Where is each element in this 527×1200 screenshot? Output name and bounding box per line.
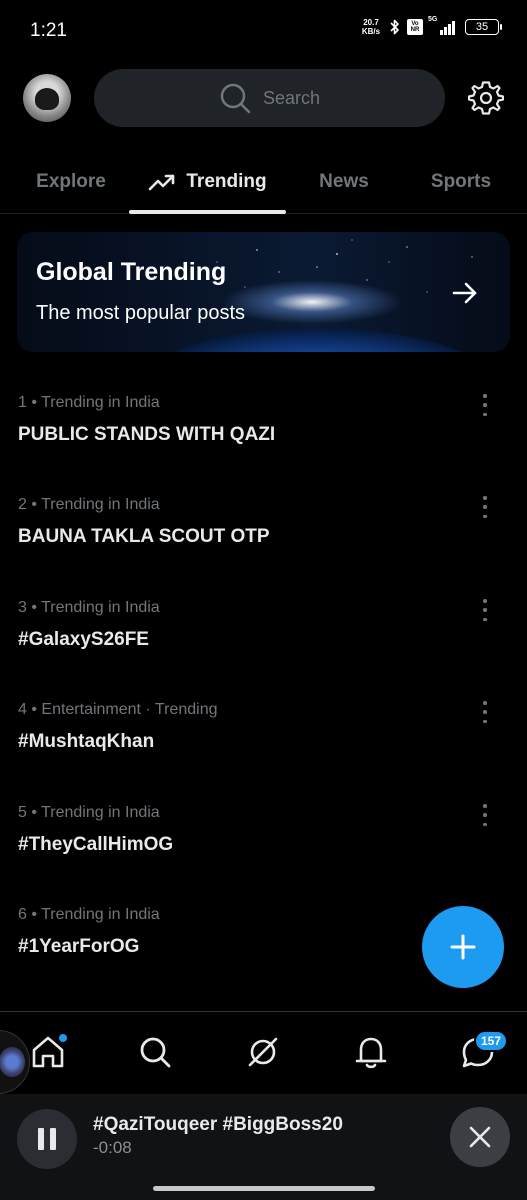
notifications-bell-icon[interactable]	[353, 1034, 389, 1070]
network-speed: 20.7 KB/s	[359, 18, 383, 36]
home-notification-dot	[58, 1033, 68, 1043]
media-time: -0:08	[93, 1138, 132, 1157]
active-tab-indicator	[129, 210, 286, 214]
close-media-button[interactable]	[450, 1107, 510, 1167]
global-trending-banner[interactable]: Global Trending The most popular posts	[17, 232, 510, 352]
trend-meta: 4 • Entertainment · Trending	[18, 701, 218, 718]
battery-level: 35	[475, 21, 489, 33]
tab-sports-label: Sports	[430, 171, 492, 192]
pause-button[interactable]	[17, 1109, 77, 1169]
gesture-home-indicator[interactable]	[153, 1186, 375, 1191]
tab-news[interactable]: News	[300, 150, 388, 214]
trend-meta: 5 • Trending in India	[18, 804, 160, 821]
tab-explore[interactable]: Explore	[22, 150, 120, 214]
pause-icon	[38, 1128, 44, 1150]
vonr-icon: Vo NR	[407, 19, 423, 35]
trend-name: #MushtaqKhan	[18, 731, 155, 752]
trend-name: PUBLIC STANDS WITH QAZI	[18, 424, 276, 445]
more-options-icon[interactable]	[478, 599, 492, 621]
settings-gear-icon[interactable]	[468, 80, 504, 116]
profile-avatar[interactable]	[23, 74, 71, 122]
trend-meta: 3 • Trending in India	[18, 599, 160, 616]
search-nav-icon[interactable]	[137, 1034, 173, 1070]
status-time: 1:21	[30, 20, 67, 41]
bottom-navigation	[0, 1011, 527, 1094]
more-options-icon[interactable]	[478, 394, 492, 416]
status-icons: 20.7 KB/s Vo NR 5G 35	[359, 16, 502, 36]
trending-up-icon	[149, 174, 175, 191]
trend-item[interactable]: 4 • Entertainment · Trending #MushtaqKha…	[0, 701, 527, 801]
banner-title: Global Trending	[36, 258, 227, 286]
grok-icon[interactable]	[245, 1034, 281, 1070]
tab-trending[interactable]: Trending	[129, 150, 286, 214]
compose-post-button[interactable]	[422, 906, 504, 988]
banner-subtitle: The most popular posts	[36, 302, 245, 324]
trend-meta: 6 • Trending in India	[18, 906, 160, 923]
signal-icon: 5G	[428, 16, 455, 35]
media-player-bar[interactable]: #QaziTouqeer #BiggBoss20 -0:08	[0, 1094, 527, 1200]
status-bar: 1:21 20.7 KB/s Vo NR 5G 35	[0, 0, 527, 62]
bluetooth-icon	[390, 19, 399, 35]
search-input[interactable]: Search	[94, 69, 445, 127]
media-title: #QaziTouqeer #BiggBoss20	[93, 1114, 343, 1135]
trend-item[interactable]: 3 • Trending in India #GalaxyS26FE	[0, 599, 527, 699]
tab-sports[interactable]: Sports	[414, 150, 508, 214]
network-speed-value: 20.7	[363, 18, 379, 27]
messages-badge: 157	[474, 1030, 509, 1052]
trend-item[interactable]: 5 • Trending in India #TheyCallHimOG	[0, 804, 527, 904]
trend-item[interactable]: 1 • Trending in India PUBLIC STANDS WITH…	[0, 394, 527, 494]
more-options-icon[interactable]	[478, 701, 492, 723]
trend-name: #1YearForOG	[18, 936, 140, 957]
trend-meta: 1 • Trending in India	[18, 394, 160, 411]
more-options-icon[interactable]	[478, 804, 492, 826]
search-placeholder: Search	[262, 87, 321, 108]
starfield-decoration	[216, 239, 473, 293]
arrow-right-icon[interactable]	[447, 275, 483, 311]
search-icon	[220, 83, 251, 114]
more-options-icon[interactable]	[478, 496, 492, 518]
trend-name: #GalaxyS26FE	[18, 629, 149, 650]
tab-bar: Explore Trending News Sports	[0, 150, 527, 214]
close-icon	[469, 1126, 491, 1148]
trend-meta: 2 • Trending in India	[18, 496, 160, 513]
plus-icon	[450, 934, 476, 960]
trend-name: BAUNA TAKLA SCOUT OTP	[18, 526, 270, 547]
tab-explore-label: Explore	[36, 171, 106, 192]
tab-trending-label: Trending	[186, 171, 267, 192]
battery-icon: 35	[465, 19, 502, 35]
network-speed-unit: KB/s	[361, 27, 381, 36]
tab-news-label: News	[319, 171, 369, 192]
trend-name: #TheyCallHimOG	[18, 834, 174, 855]
trend-item[interactable]: 2 • Trending in India BAUNA TAKLA SCOUT …	[0, 496, 527, 596]
network-type: 5G	[428, 16, 438, 23]
